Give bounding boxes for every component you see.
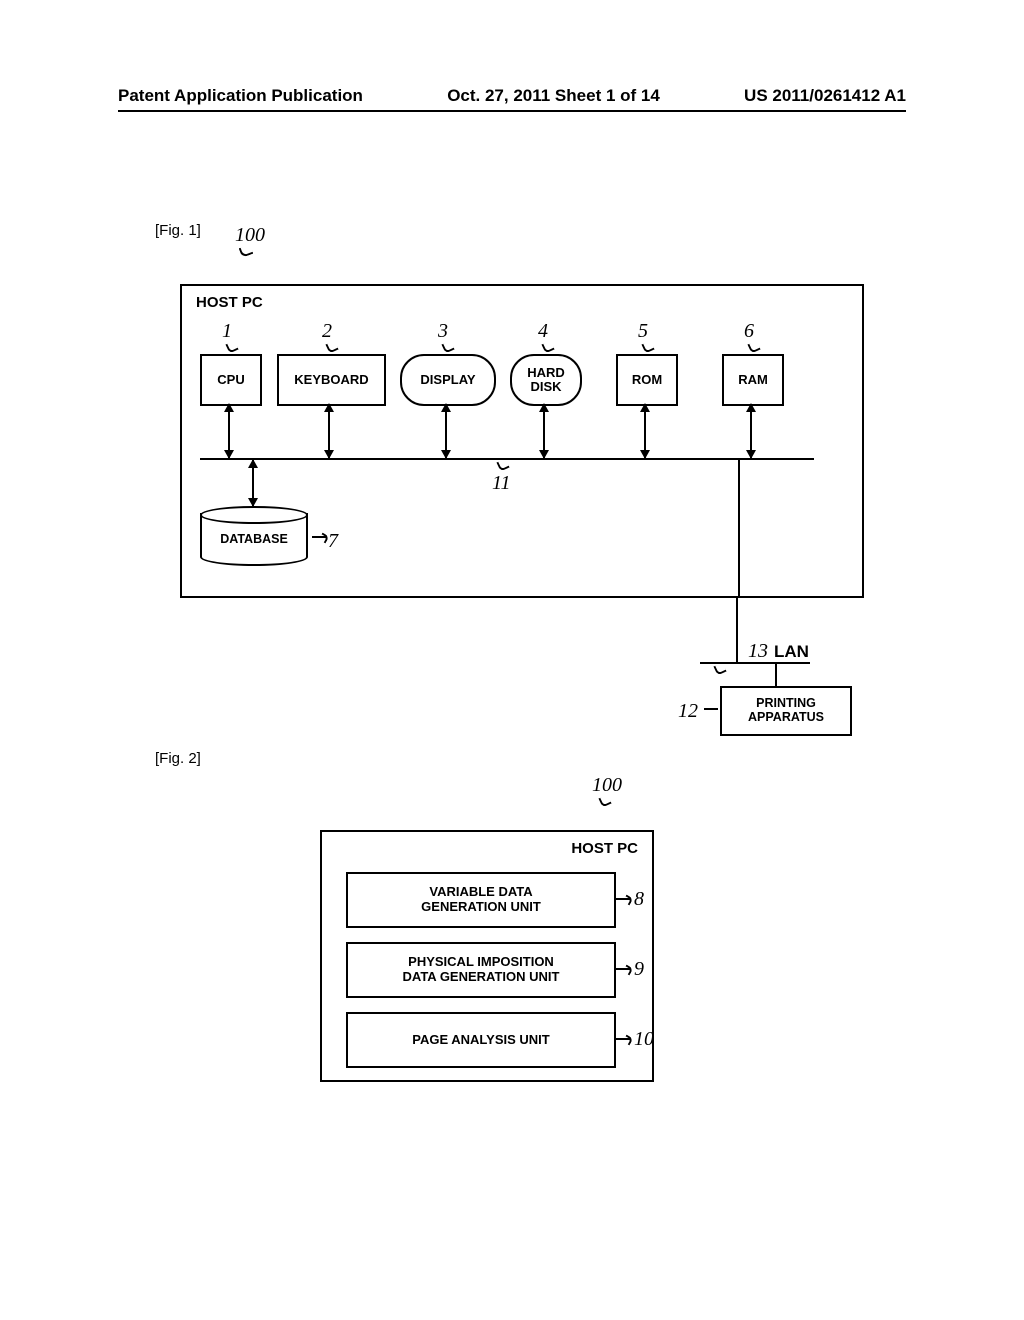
- leader-6: [747, 340, 760, 353]
- leader-1: [225, 340, 238, 353]
- ref-12: 12: [678, 700, 698, 723]
- fig1-caption: [Fig. 1]: [155, 222, 201, 239]
- ref-13-lan: 13 LAN: [748, 640, 809, 663]
- block-database: DATABASE: [200, 506, 308, 566]
- host-pc-box-fig2: HOST PC VARIABLE DATA GENERATION UNIT PH…: [320, 830, 654, 1082]
- block-physical-imposition: PHYSICAL IMPOSITION DATA GENERATION UNIT: [346, 942, 616, 998]
- bus-drop-line: [738, 458, 740, 598]
- block-variable-data-gen: VARIABLE DATA GENERATION UNIT: [346, 872, 616, 928]
- lan-label: LAN: [774, 642, 809, 661]
- leader-13: [713, 662, 726, 675]
- ref-13: 13: [748, 640, 768, 662]
- header-center: Oct. 27, 2011 Sheet 1 of 14: [447, 86, 660, 106]
- block-display: DISPLAY: [400, 354, 496, 406]
- block-ram: RAM: [722, 354, 784, 406]
- header-rule: [118, 110, 906, 112]
- block-rom: ROM: [616, 354, 678, 406]
- fig2-caption: [Fig. 2]: [155, 750, 201, 767]
- block-keyboard: KEYBOARD: [277, 354, 386, 406]
- leader-9: [616, 968, 630, 970]
- lan-line-v: [736, 596, 738, 662]
- database-label: DATABASE: [220, 532, 288, 546]
- lan-drop-line: [775, 662, 777, 686]
- ref-2: 2: [322, 320, 332, 343]
- leader-11: [496, 458, 509, 471]
- ref-5: 5: [638, 320, 648, 343]
- leader-7: [312, 536, 326, 538]
- leader-8: [616, 898, 630, 900]
- block-hard-disk: HARD DISK: [510, 354, 582, 406]
- ref-9: 9: [634, 958, 644, 981]
- figure-1: 100 HOST PC 1 2 3 4 5 6 CPU KEYBOARD DIS…: [180, 252, 880, 712]
- ref-7: 7: [328, 530, 338, 553]
- ref-4: 4: [538, 320, 548, 343]
- figure-2: 100 HOST PC VARIABLE DATA GENERATION UNI…: [320, 800, 710, 1100]
- block-printing-apparatus: PRINTING APPARATUS: [720, 686, 852, 736]
- leader-3: [441, 340, 454, 353]
- header-left: Patent Application Publication: [118, 86, 363, 106]
- block-page-analysis: PAGE ANALYSIS UNIT: [346, 1012, 616, 1068]
- ref-10: 10: [634, 1028, 654, 1051]
- leader-4: [541, 340, 554, 353]
- header-right: US 2011/0261412 A1: [744, 86, 906, 106]
- ref-6: 6: [744, 320, 754, 343]
- ref-8: 8: [634, 888, 644, 911]
- ref-1: 1: [222, 320, 232, 343]
- ref-11: 11: [492, 472, 511, 495]
- host-pc-box: HOST PC 1 2 3 4 5 6 CPU KEYBOARD DISPLAY…: [180, 284, 864, 598]
- host-pc-label-fig2: HOST PC: [571, 840, 638, 857]
- ref-3: 3: [438, 320, 448, 343]
- leader-5: [641, 340, 654, 353]
- leader-10: [616, 1038, 630, 1040]
- page: Patent Application Publication Oct. 27, …: [0, 0, 1024, 1320]
- block-cpu: CPU: [200, 354, 262, 406]
- leader-2: [325, 340, 338, 353]
- page-header: Patent Application Publication Oct. 27, …: [118, 86, 906, 106]
- leader-12: [704, 708, 718, 710]
- host-pc-label: HOST PC: [196, 294, 263, 311]
- system-bus: [200, 458, 814, 460]
